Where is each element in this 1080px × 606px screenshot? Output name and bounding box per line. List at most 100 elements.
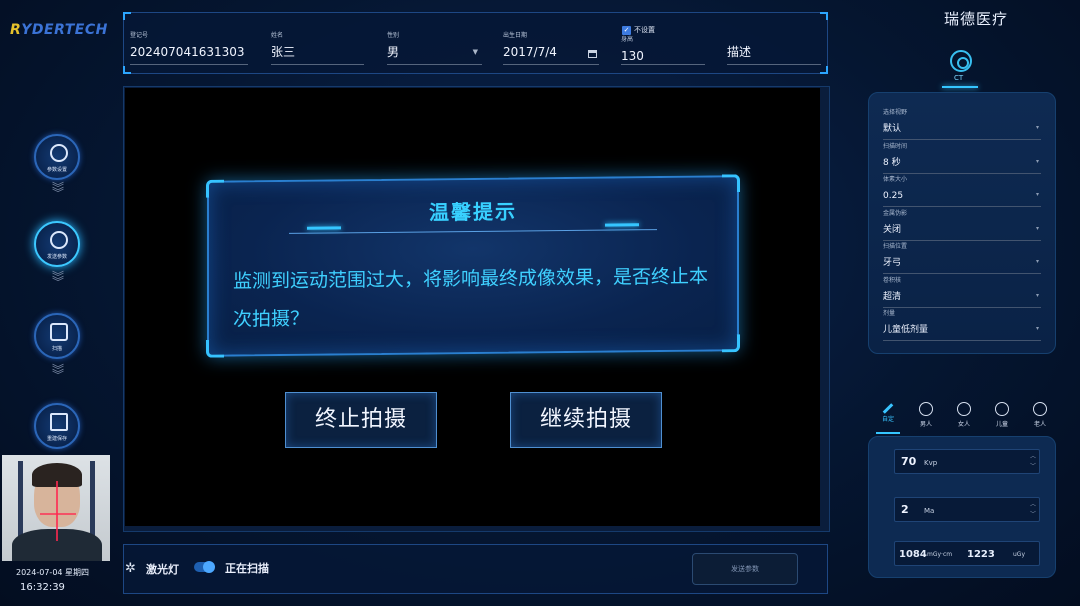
app-root: RYDERTECH 登记号 202407041631303 姓名 张三 性别 男… — [0, 0, 1080, 606]
nav-rebuild-save-button[interactable]: 重建保存 — [34, 403, 80, 449]
description-field[interactable]: 描述 — [727, 31, 821, 65]
woman-head-icon — [957, 402, 971, 416]
dropdown-arrow-icon: ▾ — [1035, 157, 1039, 165]
height-unset-checkbox[interactable]: ✓ 不设置 — [622, 25, 655, 35]
laser-icon: ✲ — [125, 561, 136, 576]
dose-readout: 1084 mGy·cm 1223 uGy — [894, 541, 1040, 566]
registration-id-label: 登记号 — [130, 32, 149, 39]
name-value: 张三 — [271, 45, 296, 59]
param-value: 儿童低剂量 — [883, 325, 929, 335]
calendar-icon[interactable] — [588, 50, 597, 58]
param-label: 体素大小 — [883, 176, 908, 183]
laser-toggle[interactable] — [194, 561, 215, 573]
ma-unit: Ma — [924, 507, 935, 515]
laser-label: 激光灯 — [146, 563, 179, 576]
param-field-of-view[interactable]: 选择视野 默认 ▾ — [883, 107, 1041, 140]
param-label: 选择视野 — [883, 109, 908, 116]
kvp-unit: Kvp — [924, 459, 938, 467]
param-metal-artifact[interactable]: 金属伪影 关闭 ▾ — [883, 208, 1041, 241]
param-label: 卷积核 — [883, 276, 902, 284]
dob-value: 2017/7/4 — [503, 45, 557, 59]
dob-field[interactable]: 出生日期 2017/7/4 — [503, 31, 599, 65]
name-label: 姓名 — [271, 32, 284, 39]
param-voxel-size[interactable]: 体素大小 0.25 ▾ — [883, 174, 1041, 207]
udose-unit: uGy — [1013, 551, 1026, 558]
dropdown-arrow-icon: ▾ — [1035, 191, 1039, 198]
tab-child[interactable]: 儿童 — [986, 400, 1018, 432]
gender-value: 男 — [387, 45, 400, 59]
nav-send-params-button[interactable]: 发送参数 — [34, 221, 80, 267]
camera-date: 2024-07-04 星期四 — [16, 568, 90, 577]
ma-value: 2 — [901, 503, 909, 516]
ct-tab-label: CT — [954, 74, 964, 82]
ryder-logo: RYDERTECH — [10, 22, 108, 38]
tab-label: 女人 — [957, 421, 970, 428]
registration-id-field[interactable]: 登记号 202407041631303 — [130, 31, 248, 65]
param-value: 0.25 — [883, 191, 904, 201]
height-field[interactable]: 身高 130 — [621, 35, 705, 65]
param-value: 关闭 — [883, 224, 902, 235]
dose-unit: mGy·cm — [927, 551, 953, 558]
ct-tab-indicator — [942, 86, 978, 88]
pencil-icon — [882, 403, 894, 414]
tab-elder[interactable]: 老人 — [1024, 400, 1056, 432]
tab-custom[interactable]: 自定 — [872, 400, 904, 434]
tab-woman[interactable]: 女人 — [948, 400, 980, 432]
height-unset-label: 不设置 — [634, 26, 655, 34]
scan-status-text: 正在扫描 — [225, 562, 269, 575]
chevron-down-icon: ︾ ︾ — [51, 181, 64, 200]
elder-head-icon — [1033, 402, 1047, 416]
param-label: 剂量 — [883, 310, 896, 317]
kvp-value: 70 — [901, 455, 917, 468]
dropdown-arrow-icon: ▾ — [1035, 291, 1039, 299]
param-kernel[interactable]: 卷积核 超清 ▾ — [883, 275, 1041, 308]
description-placeholder: 描述 — [727, 45, 752, 59]
checkbox-checked-icon[interactable]: ✓ — [622, 25, 631, 35]
nav-scan-label: 扫描 — [51, 346, 62, 352]
param-dose[interactable]: 剂量 儿童低剂量 ▾ — [883, 308, 1041, 341]
ma-stepper[interactable]: 2 Ma ︿ ﹀ — [894, 497, 1040, 522]
child-head-icon — [995, 402, 1009, 416]
scan-frame-icon — [50, 323, 68, 341]
scan-params-panel: 选择视野 默认 ▾ 扫描时间 8 秒 ▾ 体素大小 0.25 ▾ 金属伪影 关闭… — [868, 92, 1056, 354]
continue-capture-button[interactable]: 继续拍摄 — [510, 392, 662, 448]
tab-label: 老人 — [1033, 421, 1046, 428]
nav-param-settings-button[interactable]: 参数设置 — [34, 134, 80, 180]
kvp-stepper[interactable]: 70 Kvp ︿ ﹀ — [894, 449, 1040, 474]
camera-preview — [2, 455, 110, 561]
height-label: 身高 — [621, 36, 634, 43]
laser-line — [56, 481, 58, 541]
save-disk-icon — [50, 413, 68, 431]
patient-type-tabs: 自定 男人 女人 儿童 老人 — [872, 400, 1056, 434]
stop-capture-button[interactable]: 终止拍摄 — [285, 392, 437, 448]
gender-select[interactable]: 性别 男 ▼ — [387, 31, 482, 65]
param-scan-position[interactable]: 扫描位置 牙弓 ▾ — [883, 241, 1041, 274]
name-field[interactable]: 姓名 张三 — [271, 31, 364, 65]
chevron-down-icon: ︾ ︾ — [51, 270, 64, 289]
param-value: 牙弓 — [883, 258, 902, 268]
nav-send-params-label: 发送参数 — [46, 254, 67, 260]
tab-label: 男人 — [919, 421, 932, 428]
udose-value: 1223 — [967, 549, 995, 560]
ct-icon[interactable] — [950, 50, 972, 72]
stepper-arrows-icon[interactable]: ︿ ﹀ — [1030, 452, 1036, 472]
stepper-arrows-icon[interactable]: ︿ ﹀ — [1030, 500, 1036, 520]
send-params-button[interactable]: 发送参数 — [692, 553, 798, 585]
patient-info-bar: 登记号 202407041631303 姓名 张三 性别 男 ▼ 出生日期 20… — [123, 12, 828, 74]
dose-value: 1084 — [899, 549, 927, 560]
dialog-title: 温馨提示 — [429, 199, 517, 225]
param-value: 8 秒 — [883, 157, 901, 168]
param-scan-time[interactable]: 扫描时间 8 秒 ▾ — [883, 141, 1041, 174]
dialog-message: 监测到运动范围过大，将影响最终成像效果，是否终止本次拍摄？ — [233, 265, 709, 331]
gender-label: 性别 — [387, 32, 400, 39]
param-label: 金属伪影 — [883, 209, 908, 217]
camera-time: 16:32:39 — [20, 582, 65, 593]
tab-man[interactable]: 男人 — [910, 400, 942, 432]
dropdown-arrow-icon: ▾ — [1035, 258, 1039, 265]
dropdown-arrow-icon: ▾ — [1035, 224, 1039, 232]
nav-scan-button[interactable]: 扫描 — [34, 313, 80, 359]
param-value: 超清 — [883, 291, 902, 302]
laser-line — [40, 513, 76, 515]
chevron-down-icon: ︾ ︾ — [51, 363, 64, 382]
height-value: 130 — [621, 49, 644, 63]
